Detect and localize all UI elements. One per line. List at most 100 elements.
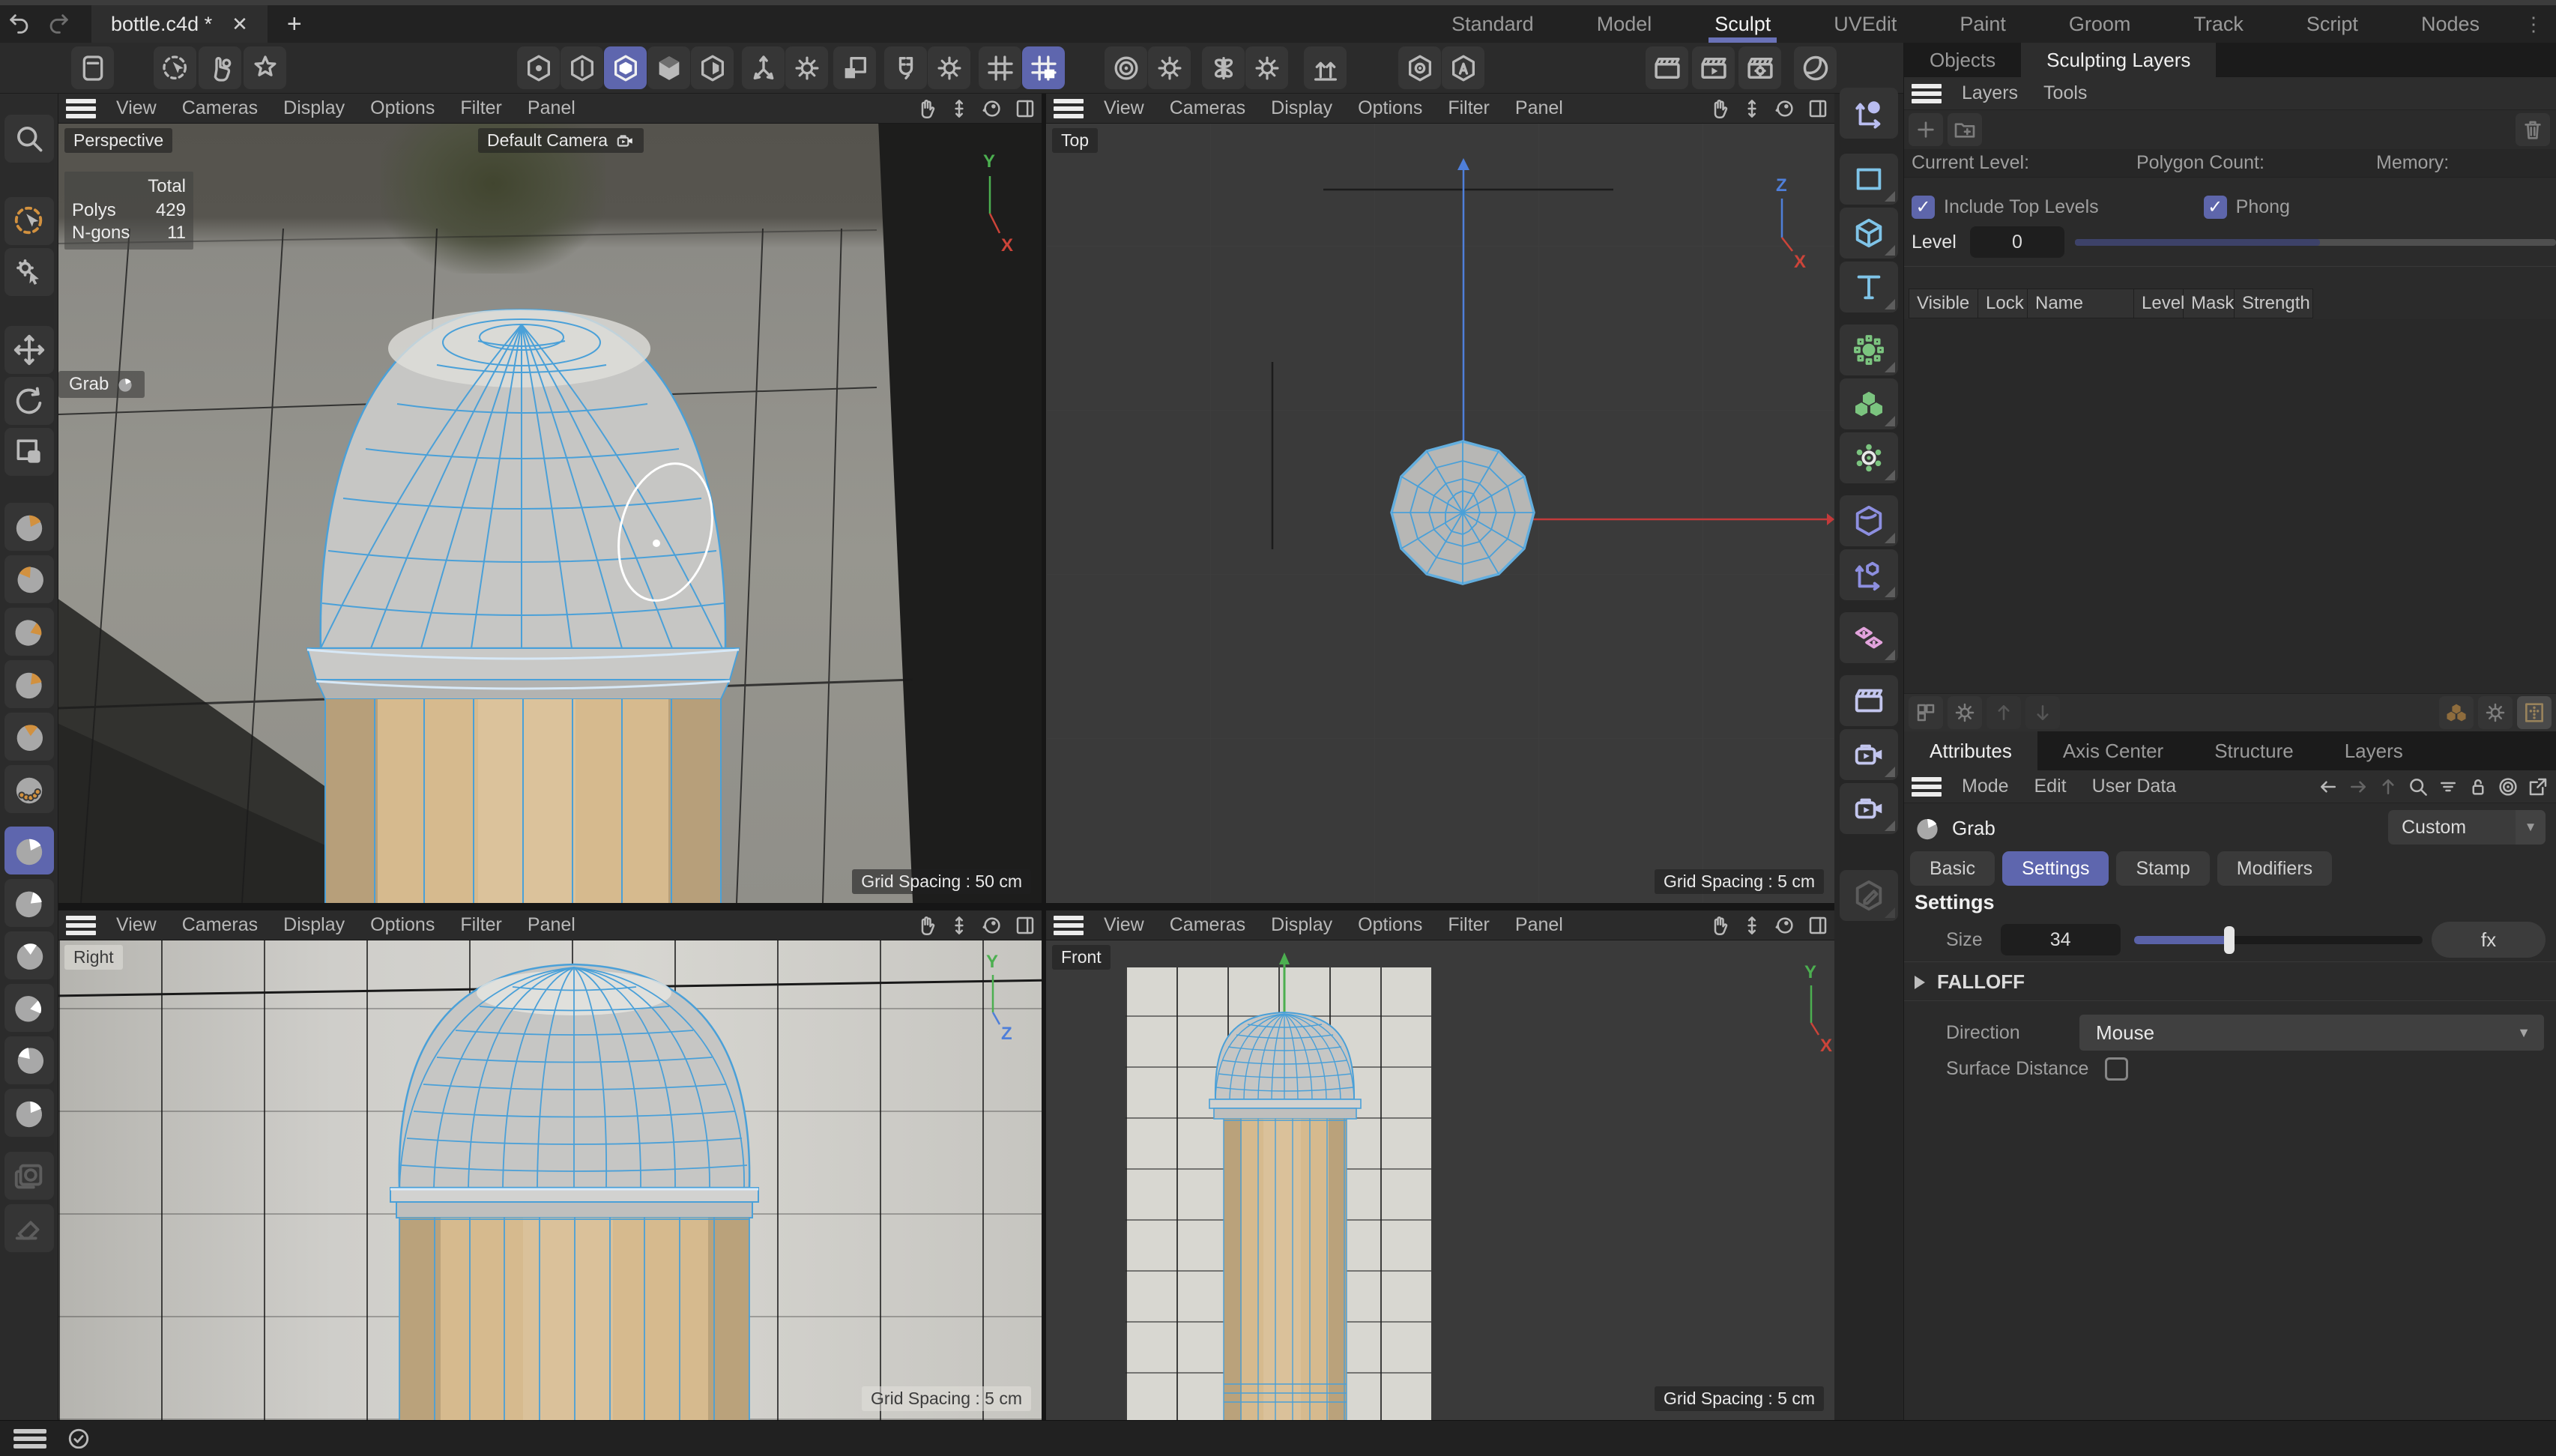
- status-menu-icon[interactable]: [13, 1429, 46, 1449]
- maximize-pane-icon[interactable]: [1804, 95, 1831, 122]
- edges-mode-icon[interactable]: [561, 46, 603, 89]
- subdivision-surface-icon[interactable]: [1840, 324, 1898, 375]
- search-commander-icon[interactable]: [4, 115, 54, 163]
- menu-options[interactable]: Options: [357, 914, 447, 936]
- axis-mode-icon[interactable]: [742, 46, 785, 89]
- right-canvas[interactable]: Y Z Right Grid Spacing : 5 cm: [58, 940, 1042, 1420]
- points-mode-icon[interactable]: [517, 46, 560, 89]
- sculpt-brush-stitch[interactable]: [4, 765, 54, 813]
- select-hand-icon[interactable]: [199, 46, 241, 89]
- symmetry-object-icon[interactable]: [1840, 612, 1898, 663]
- section-settings[interactable]: Settings: [2002, 851, 2109, 886]
- volume-icon[interactable]: [1840, 495, 1898, 546]
- camera-label[interactable]: Default Camera: [478, 128, 644, 153]
- camera-object-icon[interactable]: [1840, 729, 1898, 780]
- phong-checkbox[interactable]: ✓: [2204, 196, 2227, 219]
- menu-view[interactable]: View: [1091, 914, 1157, 936]
- symmetry-icon[interactable]: [1202, 46, 1245, 89]
- menu-tools[interactable]: Tools: [2031, 82, 2100, 104]
- viewport-menu-icon[interactable]: [66, 916, 96, 935]
- polygons-mode-icon[interactable]: [604, 46, 647, 89]
- phong[interactable]: ✓ Phong: [2204, 196, 2290, 219]
- size-value-field[interactable]: 34: [2001, 924, 2121, 955]
- menu-panel[interactable]: Panel: [1502, 97, 1576, 119]
- section-stamp[interactable]: Stamp: [2116, 851, 2209, 886]
- mini-gear-icon[interactable]: [1948, 696, 1982, 729]
- model-mode-icon[interactable]: [647, 46, 690, 89]
- move-down-icon[interactable]: [2025, 696, 2060, 729]
- dot-panel-icon[interactable]: [2517, 696, 2552, 729]
- new-window-icon[interactable]: [2523, 776, 2553, 798]
- viewport-menu-icon[interactable]: [66, 99, 96, 118]
- workspace-overflow-icon[interactable]: ⋮: [2511, 13, 2556, 36]
- workspace-tab-paint[interactable]: Paint: [1928, 5, 2037, 43]
- edit-material-icon[interactable]: [1840, 870, 1898, 921]
- pan-hand-icon[interactable]: [1705, 95, 1732, 122]
- menu-panel[interactable]: Panel: [515, 914, 588, 936]
- gui-layout-icon[interactable]: [71, 46, 114, 89]
- live-selection-icon[interactable]: [154, 46, 196, 89]
- top-canvas[interactable]: Z X Top Grid Spacing : 5 cm: [1046, 124, 1834, 903]
- texture-mode-icon[interactable]: [691, 46, 734, 89]
- viewport-right[interactable]: View Cameras Display Options Filter Pane…: [58, 910, 1042, 1420]
- grid-snap-icon[interactable]: [979, 46, 1021, 89]
- menu-cameras[interactable]: Cameras: [169, 914, 271, 936]
- undo-button[interactable]: [0, 7, 39, 40]
- viewport-menu-icon[interactable]: [1054, 916, 1084, 935]
- viewport-label[interactable]: Top: [1052, 128, 1098, 153]
- history-back-icon[interactable]: [2313, 776, 2343, 798]
- target-icon[interactable]: [2493, 776, 2523, 798]
- material-sphere-icon[interactable]: [1794, 46, 1837, 89]
- menu-edit[interactable]: Edit: [2022, 776, 2079, 797]
- viewport-top[interactable]: View Cameras Display Options Filter Pane…: [1046, 94, 1834, 903]
- perspective-canvas[interactable]: Y X Perspective Default Camera Total Pol…: [58, 124, 1042, 903]
- subdivide-icon[interactable]: [1304, 46, 1347, 89]
- tab-objects[interactable]: Objects: [1904, 43, 2021, 77]
- sculpt-brush-flatten[interactable]: [4, 931, 54, 979]
- front-canvas[interactable]: Y X Front Grid Spacing : 5 cm: [1046, 940, 1834, 1420]
- sculpt-brush-pinch[interactable]: [4, 713, 54, 761]
- falloff-section[interactable]: FALLOFF: [1915, 970, 2025, 994]
- workspace-tab-standard[interactable]: Standard: [1420, 5, 1565, 43]
- menu-filter[interactable]: Filter: [447, 914, 515, 936]
- camera-object-icon-2[interactable]: [1840, 783, 1898, 834]
- menu-view[interactable]: View: [103, 97, 169, 119]
- menu-view[interactable]: View: [103, 914, 169, 936]
- include-top-levels[interactable]: ✓ Include Top Levels: [1912, 196, 2099, 219]
- filter-icon[interactable]: [2433, 776, 2463, 798]
- sculpt-brush-inflate[interactable]: [4, 660, 54, 708]
- section-modifiers[interactable]: Modifiers: [2217, 851, 2332, 886]
- menu-display[interactable]: Display: [271, 914, 357, 936]
- close-tab-icon[interactable]: ✕: [232, 13, 248, 36]
- section-basic[interactable]: Basic: [1910, 851, 1995, 886]
- lock-icon[interactable]: [2463, 776, 2493, 798]
- layout-grid-icon[interactable]: [1909, 696, 1943, 729]
- sculpt-brush-fill[interactable]: [4, 1089, 54, 1137]
- sculpt-brush-smooth[interactable]: [4, 879, 54, 927]
- move-tool[interactable]: [4, 326, 54, 374]
- sculpt-brush-pull[interactable]: [4, 503, 54, 551]
- symmetry-gear-icon[interactable]: [1245, 46, 1288, 89]
- menu-cameras[interactable]: Cameras: [1157, 914, 1258, 936]
- menu-cameras[interactable]: Cameras: [169, 97, 271, 119]
- render-settings-icon[interactable]: [1738, 46, 1781, 89]
- dolly-icon[interactable]: [946, 95, 973, 122]
- viewport-front[interactable]: View Cameras Display Options Filter Pane…: [1046, 910, 1834, 1420]
- move-up-icon[interactable]: [1987, 696, 2021, 729]
- history-forward-icon[interactable]: [2343, 776, 2373, 798]
- effector-icon[interactable]: [1840, 432, 1898, 483]
- new-tab-button[interactable]: +: [287, 10, 302, 39]
- sculpt-brush-knife[interactable]: [4, 608, 54, 656]
- preset-dropdown[interactable]: Custom ▼: [2388, 810, 2546, 845]
- workspace-tab-track[interactable]: Track: [2162, 5, 2275, 43]
- level-slider[interactable]: [2075, 239, 2556, 246]
- parent-up-icon[interactable]: [2373, 776, 2403, 798]
- workspace-tab-nodes[interactable]: Nodes: [2390, 5, 2511, 43]
- panel-menu-icon[interactable]: [1912, 84, 1942, 103]
- direction-dropdown[interactable]: Mouse ▼: [2079, 1015, 2544, 1051]
- quantize-lock-icon[interactable]: [1022, 46, 1065, 89]
- menu-options[interactable]: Options: [1345, 914, 1435, 936]
- surface-distance-checkbox[interactable]: [2105, 1057, 2128, 1081]
- menu-view[interactable]: View: [1091, 97, 1157, 119]
- menu-filter[interactable]: Filter: [1435, 97, 1502, 119]
